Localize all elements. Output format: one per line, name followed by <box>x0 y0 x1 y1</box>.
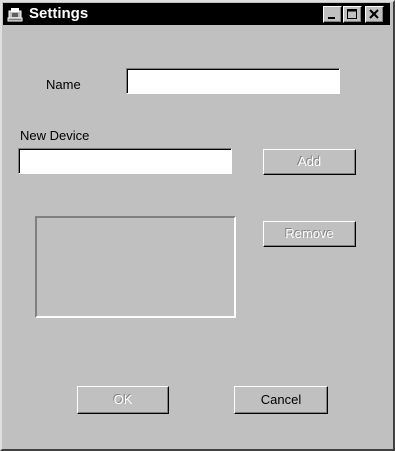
device-list[interactable] <box>35 216 236 318</box>
maximize-icon <box>347 9 357 19</box>
title-bar[interactable]: Settings <box>3 3 390 25</box>
remove-button[interactable]: Remove <box>263 221 356 247</box>
minimize-button[interactable] <box>323 6 342 23</box>
window-title: Settings <box>29 5 89 22</box>
add-button[interactable]: Add <box>263 149 356 175</box>
settings-window: Settings Name New Device Add Remove OK C… <box>0 0 395 451</box>
close-button[interactable] <box>365 6 384 23</box>
new-device-field[interactable] <box>18 148 232 174</box>
close-icon <box>369 9 379 19</box>
name-field[interactable] <box>126 68 340 94</box>
ok-button[interactable]: OK <box>77 386 169 414</box>
name-label: Name <box>46 77 81 92</box>
app-icon[interactable] <box>6 5 24 23</box>
cancel-button[interactable]: Cancel <box>234 386 328 414</box>
new-device-label: New Device <box>20 128 90 143</box>
minimize-icon <box>328 17 335 19</box>
maximize-button[interactable] <box>343 6 362 23</box>
